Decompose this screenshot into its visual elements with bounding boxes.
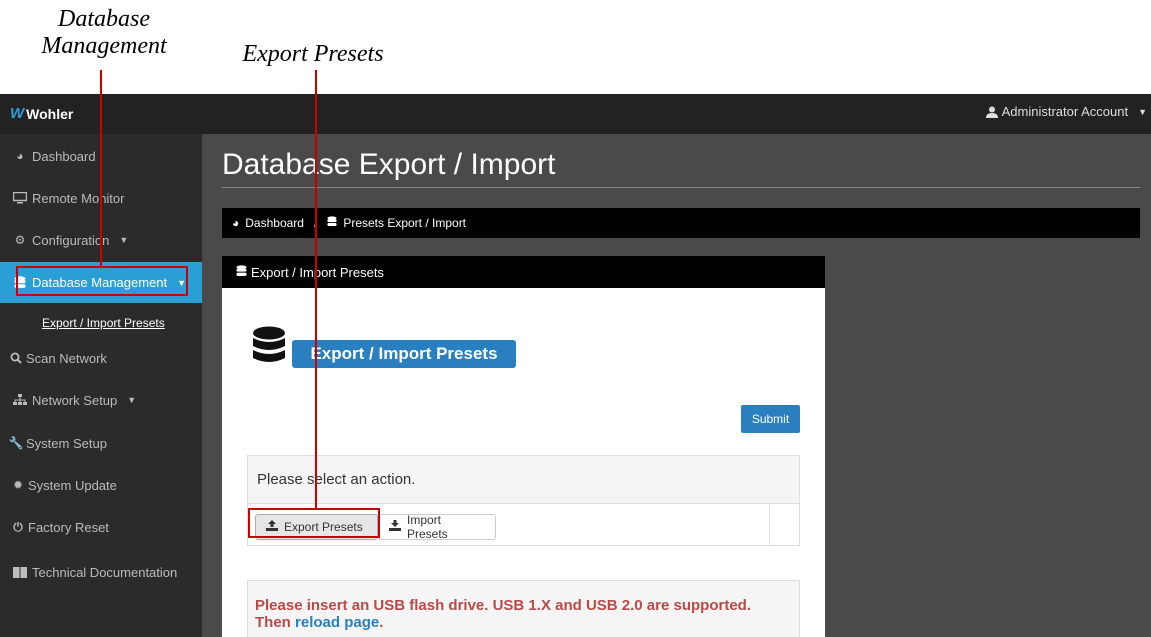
sidebar-item-label: System Update — [28, 477, 117, 493]
callout-line-database — [100, 70, 102, 266]
user-icon — [985, 106, 998, 118]
sidebar-item-system-setup[interactable]: 🔧 System Setup — [0, 422, 202, 464]
callout-database-management: Database Management — [24, 6, 184, 60]
page-title: Database Export / Import — [222, 148, 556, 181]
sidebar-item-label: Configuration — [32, 232, 110, 248]
caret-down-icon: ▼ — [127, 395, 137, 405]
action-prompt: Please select an action. — [248, 456, 799, 504]
sidebar-item-factory-reset[interactable]: ⏻ Factory Reset — [0, 506, 202, 548]
export-import-title-label: Export / Import Presets — [292, 340, 516, 368]
brand-logo[interactable]: W Wohler — [10, 105, 73, 122]
usb-warning-end: . — [379, 614, 384, 631]
book-icon — [12, 566, 28, 578]
import-presets-button[interactable]: Import Presets — [378, 513, 496, 541]
gear-icon: ✹ — [12, 478, 24, 492]
download-icon — [389, 520, 401, 534]
title-divider — [222, 187, 1140, 188]
chevron-down-icon: ▼ — [1138, 106, 1147, 117]
breadcrumb-dashboard[interactable]: Dashboard — [245, 216, 304, 230]
top-navbar: W Wohler Administrator Account ▼ — [0, 94, 1151, 134]
breadcrumb-current: Presets Export / Import — [343, 216, 467, 230]
search-icon — [10, 352, 22, 364]
sidebar-item-technical-documentation[interactable]: Technical Documentation — [0, 551, 202, 593]
wrench-icon: 🔧 — [8, 436, 24, 450]
breadcrumb: ◕ Dashboard / Presets Export / Import — [222, 208, 1140, 238]
dashboard-icon: ◕ — [232, 216, 240, 230]
callout-box-database-management — [16, 266, 188, 296]
usb-warning-line: Please insert an USB flash drive. USB 1.… — [255, 597, 751, 614]
submit-button[interactable]: Submit — [741, 405, 800, 433]
power-icon: ⏻ — [13, 519, 23, 534]
sidebar-item-label: Scan Network — [26, 350, 107, 366]
import-presets-label: Import Presets — [407, 513, 448, 541]
caret-down-icon: ▼ — [119, 235, 129, 245]
cogs-icon: ⚙ — [14, 233, 26, 247]
panel-heading-text: Export / Import Presets — [251, 264, 384, 280]
sidebar-subitem-export-import-presets[interactable]: Export / Import Presets — [42, 316, 165, 330]
callout-export-presets: Export Presets — [228, 41, 398, 68]
brand-name: Wohler — [26, 105, 74, 122]
dashboard-icon: ◕ — [16, 149, 24, 163]
reload-page-link[interactable]: reload page — [295, 614, 379, 631]
sidebar-item-label: Technical Documentation — [32, 564, 178, 580]
sidebar-item-scan-network[interactable]: Scan Network — [0, 337, 202, 379]
action-divider — [769, 504, 770, 545]
callout-box-export-presets — [248, 508, 380, 538]
database-icon — [252, 326, 286, 371]
usb-warning-box: Please insert an USB flash drive. USB 1.… — [247, 580, 800, 637]
sidebar-item-label: Remote Monitor — [32, 190, 125, 206]
user-menu[interactable]: Administrator Account ▼ — [985, 104, 1147, 119]
sidebar-item-system-update[interactable]: ✹ System Update — [0, 464, 202, 506]
usb-warning-text: Please insert an USB flash drive. USB 1.… — [255, 597, 751, 631]
wohler-w-icon: W — [10, 105, 25, 122]
callout-line-export — [315, 70, 317, 509]
panel-heading: Export / Import Presets — [222, 256, 825, 288]
usb-warning-then: Then — [255, 614, 291, 631]
database-icon — [236, 264, 247, 280]
sidebar-item-label: Dashboard — [32, 148, 96, 164]
user-menu-label: Administrator Account — [1001, 104, 1129, 119]
sidebar-item-label: Factory Reset — [28, 519, 109, 535]
sitemap-icon — [12, 394, 28, 406]
database-icon — [327, 216, 337, 230]
sidebar-item-label: Network Setup — [32, 392, 118, 408]
callout-db-text: Database Management — [41, 6, 167, 59]
callout-export-text: Export Presets — [242, 41, 384, 67]
monitor-icon — [12, 192, 28, 204]
presets-panel: Export / Import Presets Export / Import … — [222, 256, 825, 637]
sidebar-item-label: System Setup — [26, 435, 107, 451]
sidebar-item-network-setup[interactable]: Network Setup ▼ — [0, 379, 202, 421]
